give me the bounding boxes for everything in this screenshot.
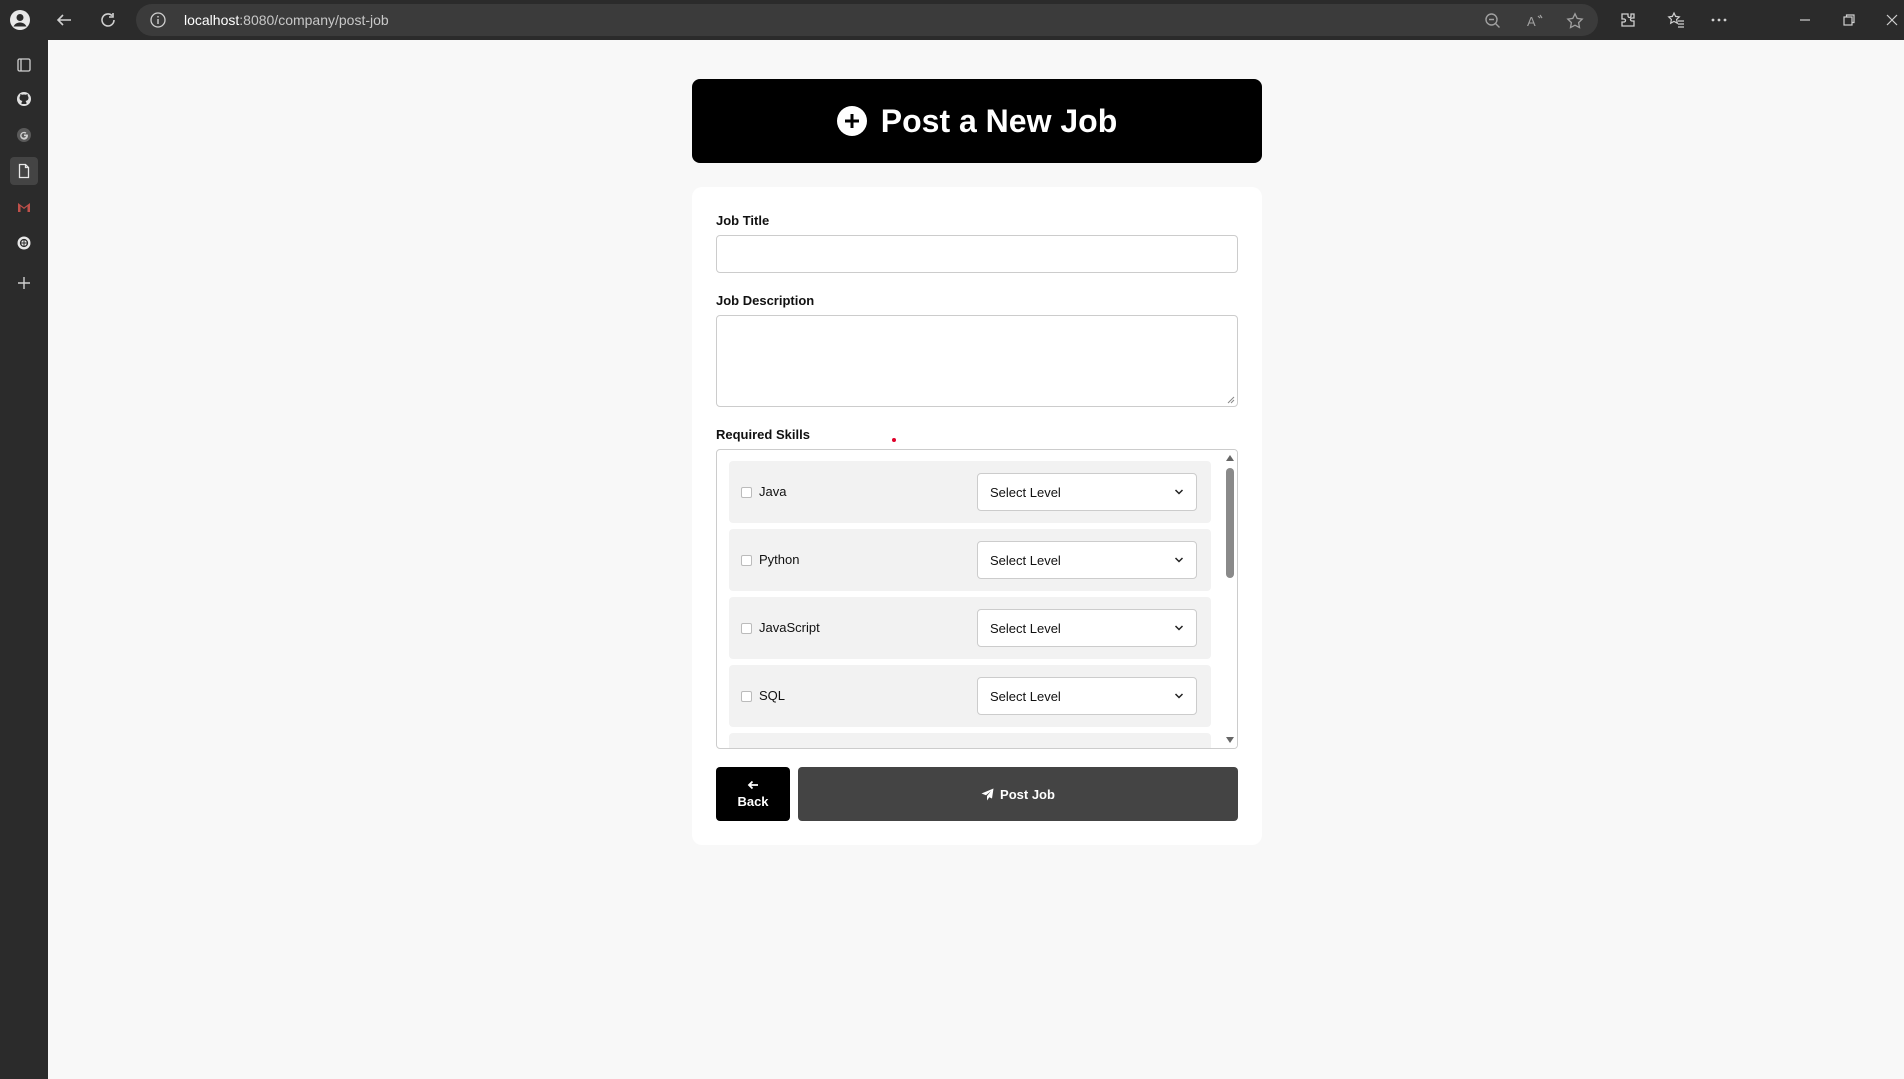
skill-level-select-python[interactable]: Select Level: [977, 541, 1197, 579]
job-form: Job Title Job Description Required Skill…: [692, 187, 1262, 845]
page-header: Post a New Job: [692, 79, 1262, 163]
restore-icon[interactable]: [1837, 8, 1861, 32]
skill-checkbox-javascript[interactable]: [741, 623, 752, 634]
job-title-label: Job Title: [716, 213, 770, 228]
skills-list[interactable]: Java Select Level Python Select Level Ja…: [716, 449, 1238, 749]
skill-row-javascript: JavaScript Select Level: [729, 597, 1211, 659]
scroll-thumb[interactable]: [1226, 468, 1234, 578]
skill-level-select-java[interactable]: Select Level: [977, 473, 1197, 511]
job-description-textarea[interactable]: [716, 315, 1238, 407]
post-job-button[interactable]: Post Job: [798, 767, 1238, 821]
skill-checkbox-python[interactable]: [741, 555, 752, 566]
paper-plane-icon: [981, 788, 994, 800]
page-title: Post a New Job: [880, 102, 1118, 139]
read-aloud-icon[interactable]: A: [1526, 12, 1544, 30]
url-path: :8080/company/post-job: [239, 12, 389, 28]
skill-level-select-sql[interactable]: Select Level: [977, 677, 1197, 715]
browser-sidebar: [0, 40, 48, 1079]
chevron-down-icon: [1174, 557, 1184, 563]
back-nav-icon[interactable]: [52, 8, 76, 32]
chevron-down-icon: [1174, 693, 1184, 699]
chatgpt-icon[interactable]: [10, 229, 38, 257]
arrow-left-icon: [716, 777, 790, 793]
chevron-down-icon: [1174, 625, 1184, 631]
scroll-down-arrow-icon[interactable]: [1226, 737, 1234, 743]
skill-row-python: Python Select Level: [729, 529, 1211, 591]
back-button-label: Back: [737, 794, 769, 809]
cursor-marker: [892, 438, 896, 442]
github-icon[interactable]: [10, 85, 38, 113]
document-icon[interactable]: [10, 157, 38, 185]
zoom-out-icon[interactable]: [1484, 12, 1502, 30]
skill-level-value: Select Level: [990, 553, 1061, 568]
close-window-icon[interactable]: [1880, 8, 1904, 32]
browser-toolbar: localhost:8080/company/post-job A: [0, 0, 1904, 40]
required-skills-label: Required Skills: [716, 427, 810, 442]
url-host: localhost: [184, 12, 240, 28]
skill-level-value: Select Level: [990, 485, 1061, 500]
scroll-up-arrow-icon[interactable]: [1226, 455, 1234, 461]
site-info-icon[interactable]: [150, 12, 166, 28]
job-title-input[interactable]: [716, 235, 1238, 273]
job-description-label: Job Description: [716, 293, 815, 308]
svg-text:A: A: [1527, 14, 1536, 29]
more-menu-icon[interactable]: [1707, 8, 1731, 32]
favorite-star-icon[interactable]: [1566, 12, 1584, 30]
add-sidebar-item-icon[interactable]: [10, 269, 38, 297]
skill-checkbox-java[interactable]: [741, 487, 752, 498]
favorites-icon[interactable]: [1664, 8, 1688, 32]
profile-icon[interactable]: [8, 8, 32, 32]
skill-name: SQL: [759, 688, 786, 703]
refresh-icon[interactable]: [96, 8, 120, 32]
minimize-icon[interactable]: [1793, 8, 1817, 32]
extensions-icon[interactable]: [1616, 8, 1640, 32]
plus-circle-icon: [836, 106, 867, 136]
back-button[interactable]: Back: [716, 767, 790, 821]
skill-name: Java: [759, 484, 787, 499]
skill-checkbox-sql[interactable]: [741, 691, 752, 702]
url-text[interactable]: localhost:8080/company/post-job: [184, 12, 389, 28]
skill-row-sql: SQL Select Level: [729, 665, 1211, 727]
post-job-button-label: Post Job: [1000, 786, 1055, 802]
address-bar[interactable]: localhost:8080/company/post-job A: [136, 4, 1598, 36]
skill-row-partial: [729, 733, 1211, 748]
resize-grip-icon[interactable]: [1227, 396, 1235, 404]
skill-level-value: Select Level: [990, 621, 1061, 636]
google-icon[interactable]: [10, 121, 38, 149]
tabs-panel-icon[interactable]: [10, 51, 38, 79]
skills-scrollbar[interactable]: [1223, 450, 1237, 748]
skill-level-select-javascript[interactable]: Select Level: [977, 609, 1197, 647]
skill-row-java: Java Select Level: [729, 461, 1211, 523]
skill-level-value: Select Level: [990, 689, 1061, 704]
gmail-icon[interactable]: [10, 193, 38, 221]
skill-name: JavaScript: [759, 620, 820, 635]
skill-name: Python: [759, 552, 800, 567]
chevron-down-icon: [1174, 489, 1184, 495]
